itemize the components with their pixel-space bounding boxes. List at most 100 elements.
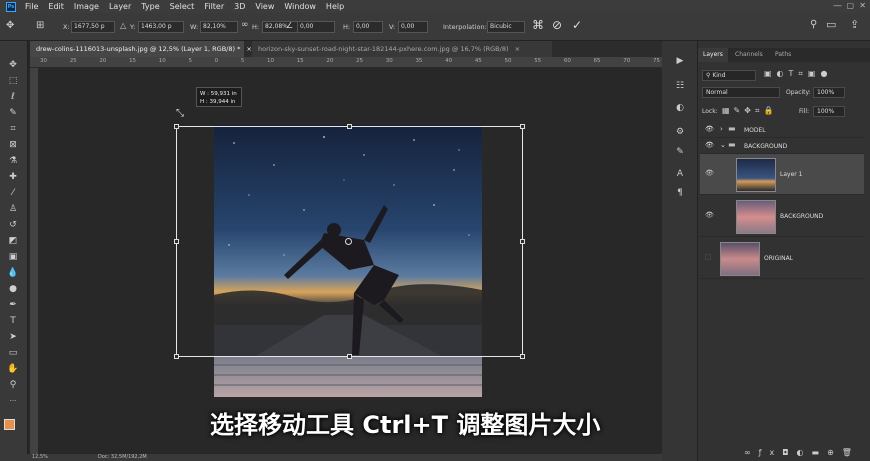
- eye-icon[interactable]: 👁: [705, 125, 714, 133]
- layer-row-layer1[interactable]: 👁 Layer 1: [700, 154, 864, 195]
- paragraph-icon[interactable]: ¶: [674, 188, 686, 199]
- close-tab-icon[interactable]: ×: [515, 45, 520, 53]
- adjustments-icon[interactable]: ◐: [674, 103, 686, 114]
- menu-layer[interactable]: Layer: [109, 2, 131, 11]
- menu-edit[interactable]: Edit: [48, 2, 64, 11]
- chevron-right-icon[interactable]: ›: [720, 125, 723, 133]
- height-field[interactable]: 82,08%: [262, 21, 300, 33]
- vskew-field[interactable]: 0,00: [398, 21, 428, 33]
- tab-paths[interactable]: Paths: [770, 48, 796, 62]
- blur-tool-icon[interactable]: 💧: [6, 267, 20, 279]
- layer-group-model[interactable]: 👁 › ▬ MODEL: [700, 122, 864, 138]
- transform-handle-left[interactable]: [174, 239, 179, 244]
- layer-group-background[interactable]: 👁 ⌄ ▬ BACKGROUND: [700, 138, 864, 154]
- hskew-field[interactable]: 0,00: [353, 21, 383, 33]
- tab-horizon[interactable]: horizon-sky-sunset-road-night-star-18214…: [252, 41, 552, 57]
- maximize-icon[interactable]: ▢: [846, 1, 854, 10]
- layer-filter-kind[interactable]: ⚲ Kind: [702, 70, 756, 81]
- zoom-tool-icon[interactable]: ⚲: [6, 379, 20, 391]
- reference-point-icon[interactable]: ⊞: [36, 20, 44, 31]
- interpolation-select[interactable]: Bicubic: [487, 21, 525, 33]
- menu-filter[interactable]: Filter: [204, 2, 224, 11]
- hskew-label: H:: [343, 23, 351, 31]
- fill-label: Fill:: [799, 108, 810, 115]
- angle-field[interactable]: 0,00: [297, 21, 335, 33]
- hidden-eye-icon[interactable]: □: [705, 253, 712, 261]
- transform-handle-bottom-right[interactable]: [520, 354, 525, 359]
- width-field[interactable]: 82,10%: [200, 21, 238, 33]
- layer-row-background[interactable]: 👁 BACKGROUND: [700, 196, 864, 237]
- layer-row-original[interactable]: □ ORIGINAL: [700, 238, 864, 279]
- commit-transform-icon[interactable]: ✓: [572, 18, 582, 32]
- y-field[interactable]: 1463,00 p: [138, 21, 184, 33]
- brush-settings-icon[interactable]: ✎: [674, 147, 686, 158]
- paths-icon[interactable]: ⚙: [674, 127, 686, 138]
- more-tools-icon[interactable]: ···: [6, 395, 20, 407]
- transform-reference-point[interactable]: [345, 238, 352, 245]
- transform-handle-right[interactable]: [520, 239, 525, 244]
- menu-select[interactable]: Select: [170, 2, 195, 11]
- zoom-level[interactable]: 12,5%: [32, 454, 48, 460]
- warp-icon[interactable]: ⌘: [532, 18, 544, 32]
- layer-filter-icons[interactable]: ▣◐T⌗▣●: [764, 69, 832, 79]
- eye-icon[interactable]: 👁: [705, 211, 714, 219]
- healing-brush-tool-icon[interactable]: ✚: [6, 171, 20, 183]
- gradient-tool-icon[interactable]: ▣: [6, 251, 20, 263]
- share-icon[interactable]: ⇪: [850, 18, 859, 31]
- move-tool-icon[interactable]: ✥: [6, 59, 20, 71]
- delta-icon[interactable]: △: [120, 21, 126, 30]
- tab-channels[interactable]: Channels: [730, 48, 768, 62]
- history-brush-tool-icon[interactable]: ↺: [6, 219, 20, 231]
- properties-icon[interactable]: ☷: [674, 81, 686, 92]
- lock-icons[interactable]: ▦✎✥⌗🔒: [722, 106, 777, 116]
- eyedropper-tool-icon[interactable]: ⚗: [6, 155, 20, 167]
- rectangle-tool-icon[interactable]: ▭: [6, 347, 20, 359]
- menu-3d[interactable]: 3D: [234, 2, 245, 11]
- link-icon[interactable]: ∞: [241, 20, 249, 30]
- marquee-tool-icon[interactable]: ⬚: [6, 75, 20, 87]
- transform-handle-top[interactable]: [347, 124, 352, 129]
- transform-handle-bottom-left[interactable]: [174, 354, 179, 359]
- quick-select-tool-icon[interactable]: ✎: [6, 107, 20, 119]
- ruler-tick-label: 20: [99, 58, 107, 64]
- menu-file[interactable]: File: [25, 2, 38, 11]
- chevron-down-icon[interactable]: ⌄: [720, 141, 726, 149]
- pen-tool-icon[interactable]: ✒: [6, 299, 20, 311]
- blend-mode-select[interactable]: Normal: [702, 87, 780, 98]
- crop-tool-icon[interactable]: ⌗: [6, 123, 20, 135]
- transform-handle-top-left[interactable]: [174, 124, 179, 129]
- opacity-field[interactable]: 100%: [813, 87, 845, 98]
- menu-type[interactable]: Type: [141, 2, 159, 11]
- play-icon[interactable]: ▶: [674, 56, 686, 67]
- transform-handle-top-right[interactable]: [520, 124, 525, 129]
- tab-layers[interactable]: Layers: [698, 48, 728, 62]
- clone-stamp-tool-icon[interactable]: ♙: [6, 203, 20, 215]
- type-tool-icon[interactable]: T: [6, 315, 20, 327]
- foreground-color-swatch[interactable]: [4, 419, 15, 430]
- transform-handle-bottom[interactable]: [347, 354, 352, 359]
- fill-field[interactable]: 100%: [813, 106, 845, 117]
- search-icon[interactable]: ⚲: [810, 19, 817, 30]
- close-icon[interactable]: ✕: [859, 1, 866, 10]
- menu-image[interactable]: Image: [74, 2, 99, 11]
- hand-tool-icon[interactable]: ✋: [6, 363, 20, 375]
- dodge-tool-icon[interactable]: ●: [6, 283, 20, 295]
- menu-window[interactable]: Window: [284, 2, 316, 11]
- x-field[interactable]: 1677,50 p: [71, 21, 115, 33]
- character-icon[interactable]: A: [674, 169, 686, 180]
- minimize-icon[interactable]: —: [833, 1, 842, 11]
- lasso-tool-icon[interactable]: ℓ: [6, 91, 20, 103]
- eye-icon[interactable]: 👁: [705, 141, 714, 149]
- eye-icon[interactable]: 👁: [705, 169, 714, 177]
- frame-tool-icon[interactable]: ⊠: [6, 139, 20, 151]
- tab-drew-colins[interactable]: drew-colins-1116013-unsplash.jpg @ 12,5%…: [30, 41, 252, 57]
- brush-tool-icon[interactable]: ⁄: [6, 187, 20, 199]
- menu-view[interactable]: View: [255, 2, 274, 11]
- path-select-tool-icon[interactable]: ➤: [6, 331, 20, 343]
- menu-help[interactable]: Help: [326, 2, 344, 11]
- layer-action-icons[interactable]: ∞ƒx◘◐▬⊕🗑: [744, 448, 860, 457]
- eraser-tool-icon[interactable]: ◩: [6, 235, 20, 247]
- move-tool-preset-icon[interactable]: ✥: [6, 20, 14, 31]
- workspace-icon[interactable]: ▭: [826, 18, 836, 31]
- cancel-transform-icon[interactable]: ⊘: [552, 18, 562, 32]
